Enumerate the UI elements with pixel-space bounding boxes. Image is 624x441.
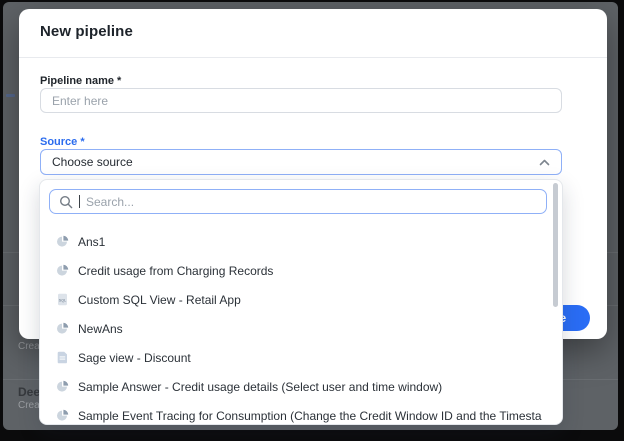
pie-chart-icon [56, 235, 69, 248]
search-placeholder: Search... [86, 195, 134, 209]
document-icon [56, 351, 69, 364]
source-option[interactable]: Sample Answer - Credit usage details (Se… [40, 372, 562, 401]
modal-title: New pipeline [40, 23, 133, 40]
sql-document-icon: SQL [56, 293, 69, 306]
source-option[interactable]: Credit usage from Charging Records [40, 256, 562, 285]
scrollbar-thumb[interactable] [553, 183, 558, 307]
search-icon [59, 195, 73, 209]
text-cursor [79, 195, 80, 208]
pie-chart-icon [56, 322, 69, 335]
pipeline-name-label: Pipeline name * [40, 75, 121, 87]
pie-chart-icon [56, 409, 69, 422]
source-label: Source * [40, 136, 85, 148]
sidebar-hint [6, 94, 15, 97]
pipeline-name-input[interactable] [40, 88, 562, 113]
source-option[interactable]: NewAns [40, 314, 562, 343]
chevron-up-icon [539, 159, 550, 166]
source-option[interactable]: Sage view - Discount [40, 343, 562, 372]
pie-chart-icon [56, 264, 69, 277]
source-select[interactable]: Choose source [40, 149, 562, 175]
pipeline-name-text: Dee [18, 385, 40, 399]
pie-chart-icon [56, 380, 69, 393]
pipeline-created-text: Crea [18, 400, 40, 411]
header-divider [19, 57, 607, 58]
source-select-value: Choose source [52, 155, 539, 169]
source-option[interactable]: SQL Custom SQL View - Retail App [40, 285, 562, 314]
pipeline-created-text: Crea [18, 341, 40, 352]
source-option[interactable]: Sample Event Tracing for Consumption (Ch… [40, 401, 562, 425]
source-search-box[interactable]: Search... [49, 189, 547, 214]
source-dropdown-panel: Search... Ans1 Credit usage from Chargin… [39, 179, 563, 425]
source-option-list: Ans1 Credit usage from Charging Records … [40, 227, 562, 425]
source-option[interactable]: Ans1 [40, 227, 562, 256]
svg-text:SQL: SQL [59, 299, 67, 303]
dropdown-scrollbar[interactable] [553, 182, 559, 424]
